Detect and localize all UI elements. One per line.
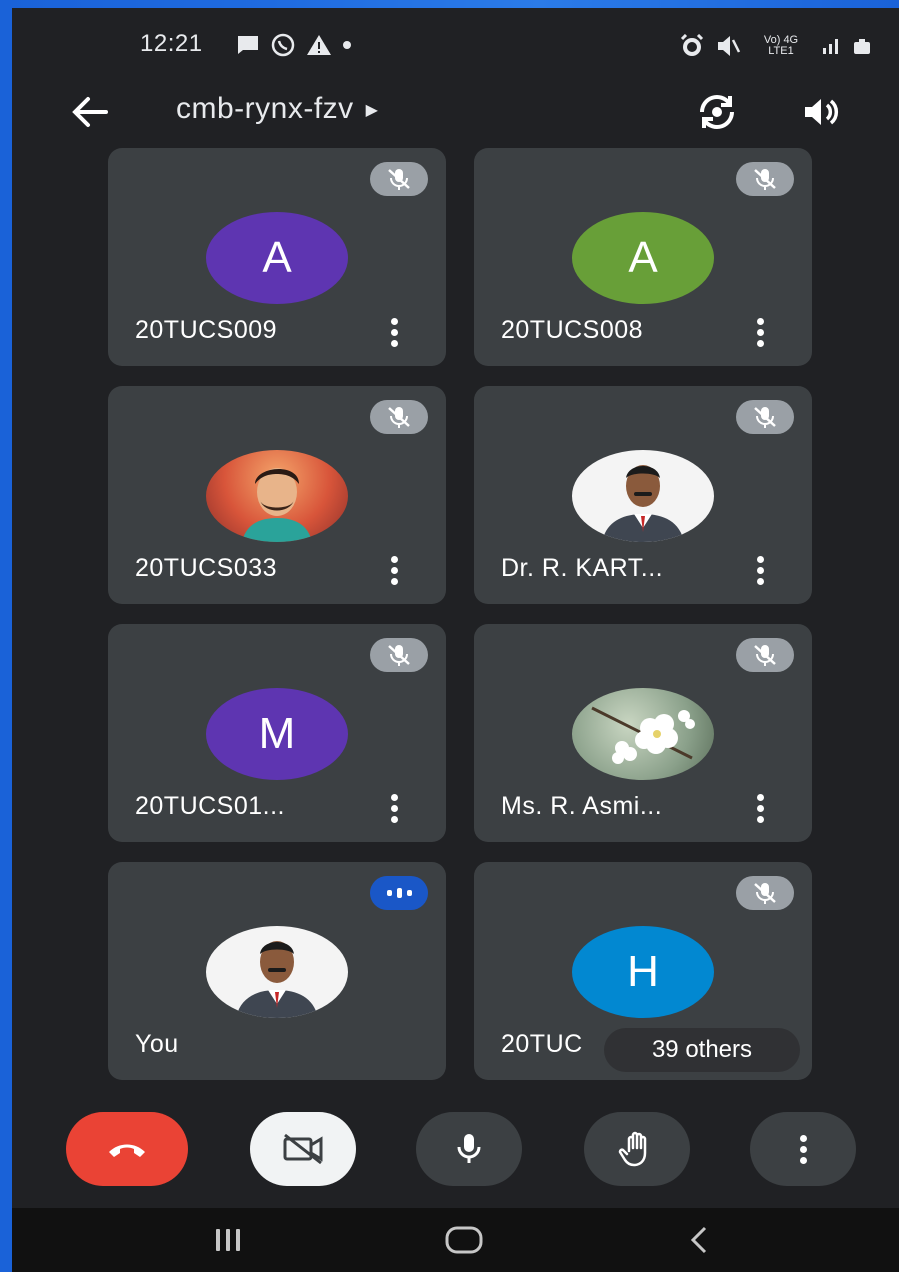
participant-name: Dr. R. KART...: [501, 554, 664, 582]
camera-toggle-button[interactable]: [250, 1112, 356, 1186]
mic-off-icon: [388, 169, 410, 190]
meeting-code-button[interactable]: cmb-rynx-fzv ▶: [176, 92, 378, 126]
whatsapp-icon: [271, 33, 295, 57]
muted-badge: [370, 638, 428, 672]
hand-icon: [618, 1131, 647, 1167]
muted-badge: [736, 162, 794, 196]
status-bar: 12:21 Vo) 4G LTE1: [12, 8, 899, 80]
muted-badge: [736, 876, 794, 910]
chevron-left-icon: [690, 1226, 707, 1254]
participant-more-button[interactable]: [744, 790, 776, 826]
speaking-indicator: [370, 876, 428, 910]
participant-tile[interactable]: M 20TUCS01...: [108, 624, 446, 842]
dot-icon: [343, 41, 351, 49]
participant-name: Ms. R. Asmi...: [501, 792, 663, 820]
switch-camera-button[interactable]: [692, 88, 742, 136]
home-button[interactable]: [444, 1222, 484, 1258]
mic-off-icon: [388, 407, 410, 428]
avatar-letter: A: [628, 233, 658, 282]
mic-off-icon: [754, 169, 776, 190]
battery-icon: [854, 39, 870, 54]
end-call-button[interactable]: [66, 1112, 188, 1186]
system-icons: Vo) 4G LTE1: [679, 34, 871, 58]
participant-tile[interactable]: A 20TUCS008: [474, 148, 812, 366]
notification-icons: [236, 32, 352, 58]
avatar-photo: [572, 450, 714, 542]
recent-apps-button[interactable]: [208, 1222, 248, 1258]
mute-notifications-icon: [718, 36, 741, 56]
avatar-photo: [572, 688, 714, 780]
avatar-photo: [206, 450, 348, 542]
switch-camera-icon: [700, 95, 734, 129]
mic-off-icon: [388, 645, 410, 666]
participant-more-button[interactable]: [744, 552, 776, 588]
participant-tile[interactable]: A 20TUCS009: [108, 148, 446, 366]
muted-badge: [736, 638, 794, 672]
participant-more-button[interactable]: [378, 790, 410, 826]
participant-tile[interactable]: Ms. R. Asmi...: [474, 624, 812, 842]
more-options-button[interactable]: [750, 1112, 856, 1186]
audio-output-button[interactable]: [796, 88, 846, 136]
participant-name: You: [135, 1030, 179, 1058]
participant-name: 20TUC: [501, 1030, 583, 1058]
home-icon: [445, 1226, 483, 1254]
muted-badge: [736, 400, 794, 434]
nav-back-button[interactable]: [680, 1222, 720, 1258]
muted-badge: [370, 400, 428, 434]
participant-name: 20TUCS01...: [135, 792, 286, 820]
back-arrow-icon: [72, 97, 108, 127]
hang-up-icon: [109, 1144, 145, 1157]
mic-off-icon: [754, 645, 776, 666]
participant-tile[interactable]: Dr. R. KART...: [474, 386, 812, 604]
avatar-initial: A: [572, 212, 714, 304]
avatar-letter: M: [258, 709, 296, 758]
man-in-suit-photo-icon: [602, 465, 684, 542]
meeting-code: cmb-rynx-fzv: [176, 92, 354, 125]
muted-badge: [370, 162, 428, 196]
message-icon: [238, 36, 258, 54]
system-nav-bar: [12, 1208, 899, 1272]
participant-name: 20TUCS009: [135, 316, 278, 344]
others-pill[interactable]: 39 others: [604, 1028, 800, 1072]
participant-name: 20TUCS008: [501, 316, 644, 344]
mic-off-icon: [754, 407, 776, 428]
participant-more-button[interactable]: [744, 314, 776, 350]
man-in-suit-photo-icon: [236, 941, 318, 1018]
participant-more-button[interactable]: [378, 552, 410, 588]
white-blossom-photo-icon: [591, 706, 695, 764]
network-label: Vo) 4G LTE1: [763, 34, 799, 57]
mic-off-icon: [754, 883, 776, 904]
participant-tile[interactable]: 20TUCS033: [108, 386, 446, 604]
avatar-initial: H: [572, 926, 714, 1018]
avatar-initial: A: [206, 212, 348, 304]
self-tile[interactable]: You: [108, 862, 446, 1080]
meet-screen: 12:21 Vo) 4G LTE1 cmb-rynx-fzv ▶ A 20TUC…: [12, 8, 899, 1272]
mic-icon: [457, 1134, 481, 1163]
participant-name: 20TUCS033: [135, 554, 278, 582]
avatar-letter: H: [627, 947, 659, 996]
participant-more-button[interactable]: [378, 314, 410, 350]
avatar-initial: M: [206, 688, 348, 780]
back-button[interactable]: [64, 86, 116, 138]
speaker-icon: [805, 99, 839, 125]
alarm-icon: [680, 34, 704, 56]
avatar-letter: A: [262, 233, 292, 282]
avatar-photo: [206, 926, 348, 1018]
caret-right-icon: ▶: [365, 102, 379, 120]
microphone-toggle-button[interactable]: [416, 1112, 522, 1186]
video-off-icon: [283, 1133, 323, 1165]
warning-icon: [307, 35, 331, 55]
illustrated-man-photo-icon: [242, 468, 312, 542]
meeting-top-bar: cmb-rynx-fzv ▶: [12, 80, 899, 144]
status-time: 12:21: [140, 30, 203, 57]
signal-icon: [823, 39, 838, 54]
raise-hand-button[interactable]: [584, 1112, 690, 1186]
